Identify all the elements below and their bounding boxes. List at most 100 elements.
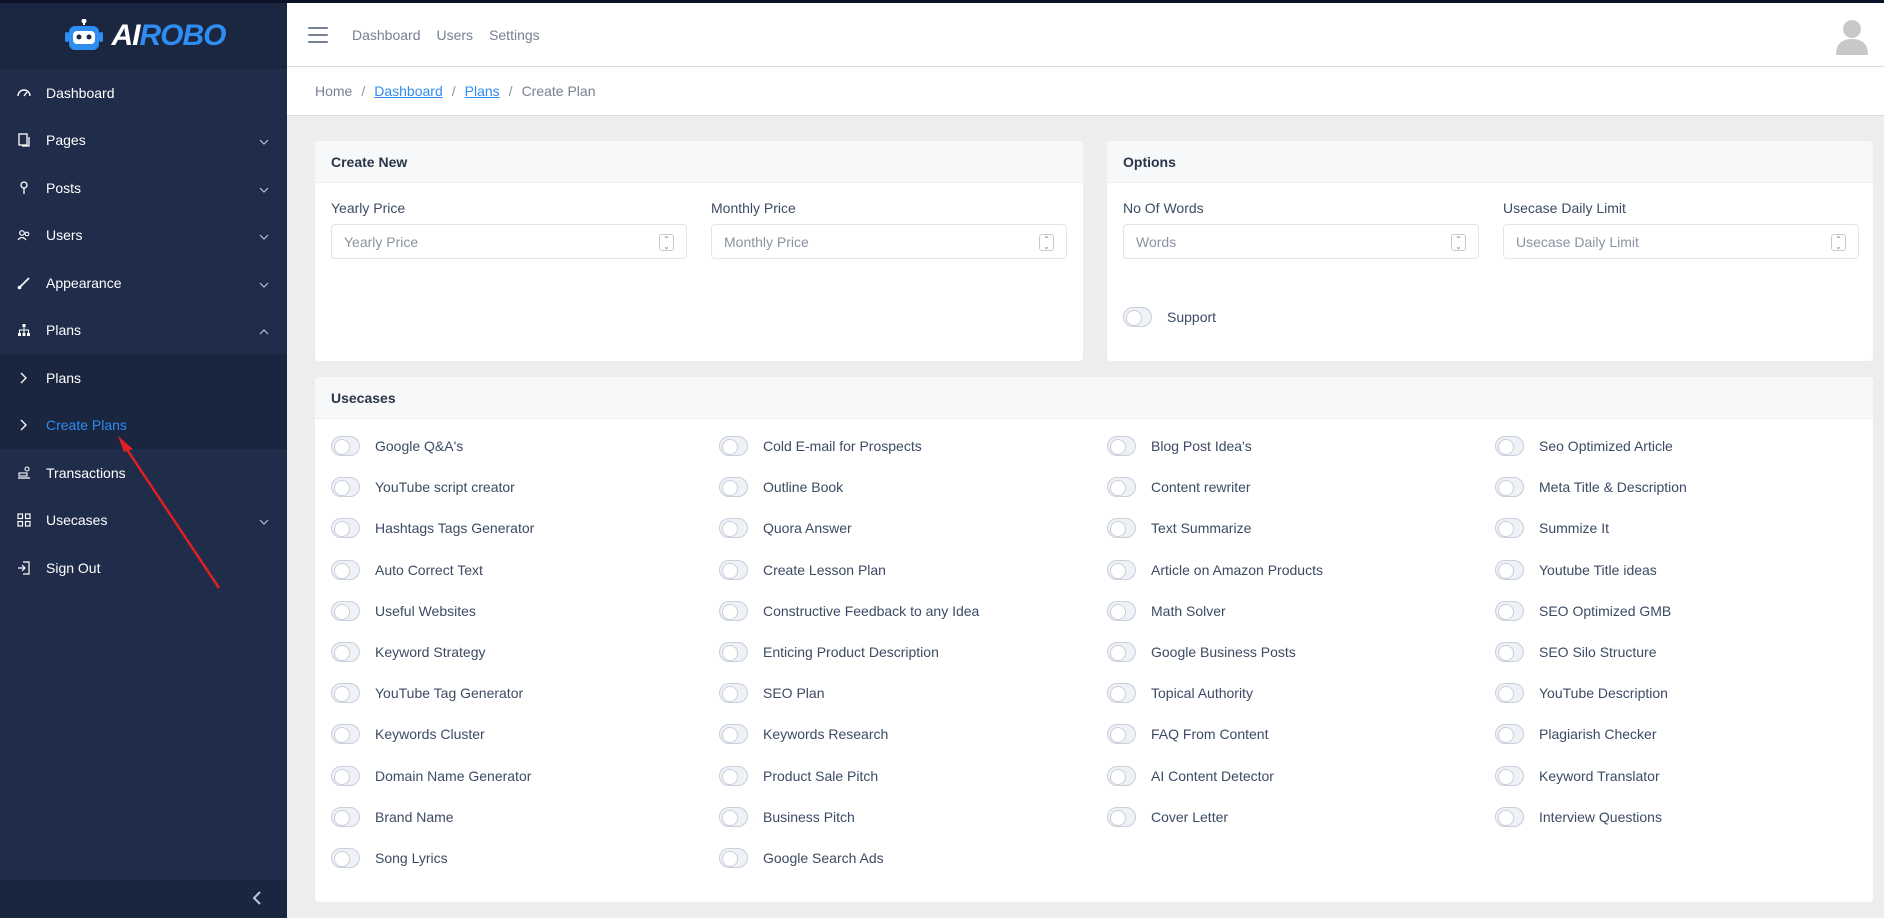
sidebar-item-dashboard[interactable]: Dashboard: [0, 69, 287, 117]
support-toggle[interactable]: [1123, 307, 1152, 327]
usecase-label: Domain Name Generator: [375, 767, 532, 784]
usecase-toggle-row: SEO Silo Structure: [1495, 640, 1883, 664]
usecase-toggle[interactable]: [719, 477, 748, 498]
usecase-toggle-row: SEO Plan: [719, 681, 1107, 705]
usecase-toggle[interactable]: [1107, 806, 1136, 827]
sidebar-item-users[interactable]: Users: [0, 212, 287, 260]
sidebar-item-pages[interactable]: Pages: [0, 117, 287, 165]
usecase-toggle-row: Brand Name: [331, 805, 719, 829]
number-spinner-icon[interactable]: ⌃ ⌄: [1039, 234, 1054, 251]
sidebar-item-posts[interactable]: Posts: [0, 164, 287, 212]
usecase-toggle[interactable]: [331, 683, 360, 704]
usecase-toggle[interactable]: [1107, 559, 1136, 580]
usecase-toggle[interactable]: [331, 641, 360, 662]
usecase-toggle[interactable]: [1495, 765, 1524, 786]
sidebar-item-transactions[interactable]: Transactions: [0, 449, 287, 497]
usecase-toggle[interactable]: [1495, 600, 1524, 621]
monthly-price-input[interactable]: [724, 233, 1024, 250]
breadcrumb-dashboard-link[interactable]: Dashboard: [374, 83, 443, 99]
usecase-toggle[interactable]: [1107, 683, 1136, 704]
sidebar-item-label: Users: [46, 227, 83, 244]
menu-toggle-icon[interactable]: [308, 26, 328, 43]
user-avatar[interactable]: [1834, 17, 1870, 55]
number-spinner-icon[interactable]: ⌃ ⌄: [659, 234, 674, 251]
number-spinner-icon[interactable]: ⌃ ⌄: [1831, 234, 1846, 251]
usecase-toggle[interactable]: [1107, 436, 1136, 456]
header-link-users[interactable]: Users: [437, 27, 474, 43]
breadcrumb-current: Create Plan: [521, 83, 596, 99]
sidebar-item-usecases[interactable]: Usecases: [0, 497, 287, 545]
usecase-toggle[interactable]: [331, 436, 360, 456]
usecase-toggle[interactable]: [1495, 806, 1524, 827]
usecase-toggle[interactable]: [719, 641, 748, 662]
sidebar-collapse-button[interactable]: [0, 880, 287, 918]
usecase-toggle[interactable]: [1495, 724, 1524, 745]
yearly-price-field: Yearly Price ⌃⌄: [331, 200, 687, 259]
usecase-toggle[interactable]: [1495, 477, 1524, 498]
sidebar-subitem-plans[interactable]: Plans: [0, 354, 287, 402]
header-link-settings[interactable]: Settings: [489, 27, 540, 43]
usecase-toggle[interactable]: [1107, 765, 1136, 786]
usecase-toggle[interactable]: [1495, 641, 1524, 662]
sidebar-item-appearance[interactable]: Appearance: [0, 259, 287, 307]
usecase-toggle[interactable]: [719, 559, 748, 580]
usecase-toggle[interactable]: [719, 518, 748, 539]
pin-icon: [16, 180, 32, 196]
usecase-toggle[interactable]: [1107, 600, 1136, 621]
usecase-toggle[interactable]: [331, 765, 360, 786]
usecase-toggle[interactable]: [719, 724, 748, 745]
yearly-price-label: Yearly Price: [331, 200, 406, 216]
usecase-toggle[interactable]: [1107, 724, 1136, 745]
usecase-toggle[interactable]: [1495, 518, 1524, 539]
usecase-toggle[interactable]: [331, 724, 360, 745]
usecase-toggle[interactable]: [719, 683, 748, 704]
usecase-toggle[interactable]: [331, 518, 360, 539]
usecase-toggle[interactable]: [719, 765, 748, 786]
usecase-limit-input[interactable]: [1516, 233, 1816, 250]
usecase-toggle-row: Math Solver: [1107, 599, 1495, 623]
support-toggle-row: Support: [1123, 307, 1216, 327]
yearly-price-input-wrapper: ⌃⌄: [331, 224, 687, 259]
usecase-toggle[interactable]: [1107, 477, 1136, 498]
usecase-toggle[interactable]: [331, 477, 360, 498]
support-label: Support: [1167, 309, 1217, 325]
sidebar-nav: Dashboard Pages Posts Users Appearance P…: [0, 69, 287, 592]
usecase-toggle[interactable]: [331, 806, 360, 827]
sidebar-subitem-create-plans[interactable]: Create Plans: [0, 402, 287, 450]
usecase-toggle-row: Google Search Ads: [719, 846, 1107, 870]
usecase-toggle[interactable]: [331, 559, 360, 580]
usecase-toggle[interactable]: [1107, 518, 1136, 539]
usecase-toggle[interactable]: [719, 847, 748, 868]
header-link-dashboard[interactable]: Dashboard: [352, 27, 421, 43]
sidebar-item-label: Appearance: [46, 274, 122, 291]
top-header: Dashboard Users Settings: [287, 0, 1884, 67]
usecase-toggle[interactable]: [1107, 641, 1136, 662]
yearly-price-input[interactable]: [344, 233, 644, 250]
usecase-toggle[interactable]: [1495, 683, 1524, 704]
usecase-label: YouTube Description: [1539, 685, 1668, 702]
usecase-toggle[interactable]: [331, 847, 360, 868]
words-input-wrapper: ⌃⌄: [1123, 224, 1479, 259]
usecase-toggle[interactable]: [1495, 559, 1524, 580]
usecase-toggle[interactable]: [719, 436, 748, 456]
words-input[interactable]: [1136, 233, 1436, 250]
sidebar-item-plans[interactable]: Plans: [0, 307, 287, 355]
usecase-toggle-row: Blog Post Idea's: [1107, 434, 1495, 458]
breadcrumb-plans-link[interactable]: Plans: [465, 83, 500, 99]
sidebar-item-label: Plans: [46, 322, 82, 339]
usecase-toggle-row: Text Summarize: [1107, 516, 1495, 540]
usecase-toggle-row: Plagiarish Checker: [1495, 722, 1883, 746]
breadcrumb-home[interactable]: Home: [315, 83, 352, 99]
sidebar-item-sign-out[interactable]: Sign Out: [0, 544, 287, 592]
usecase-toggle[interactable]: [719, 806, 748, 827]
usecase-label: Math Solver: [1151, 602, 1226, 619]
number-spinner-icon[interactable]: ⌃ ⌄: [1451, 234, 1466, 251]
usecase-label: YouTube Tag Generator: [375, 685, 524, 702]
usecase-label: Topical Authority: [1151, 685, 1253, 702]
usecase-toggle[interactable]: [331, 600, 360, 621]
usecase-toggle[interactable]: [1495, 436, 1524, 456]
usecase-toggle[interactable]: [719, 600, 748, 621]
usecase-toggle-row: Hashtags Tags Generator: [331, 516, 719, 540]
brand-logo[interactable]: AIROBO: [0, 3, 287, 69]
usecase-label: Outline Book: [763, 479, 844, 496]
